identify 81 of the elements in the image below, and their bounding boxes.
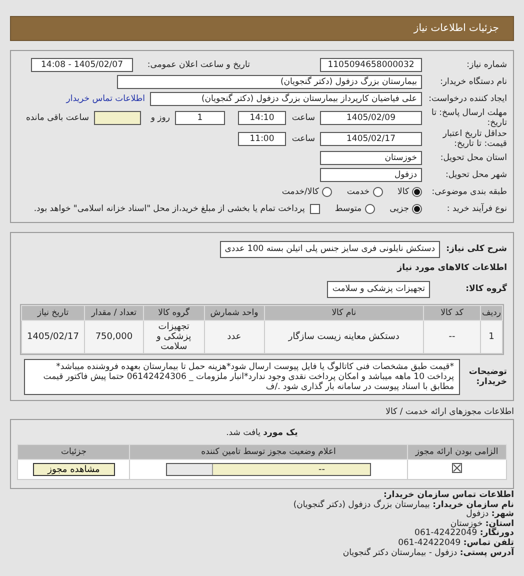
radio-label: خدمت [346, 187, 370, 197]
field-label: شهر محل تحویل: [444, 170, 507, 180]
field-label: طبقه بندی موضوعی: [430, 187, 507, 197]
field-label: نوع فرآیند خرید : [446, 204, 507, 214]
contact-label: استان: [485, 518, 514, 529]
notes-label: توضیحات خریدار: [468, 367, 507, 387]
field-label: ایجاد کننده درخواست: [428, 94, 507, 104]
summary-label: شرح کلی نیاز: [445, 244, 507, 254]
deadline-date-field: 1405/02/09 [320, 111, 422, 125]
table-cell: -- [424, 320, 480, 354]
province-field: خوزستان [320, 151, 422, 165]
radio-button[interactable] [412, 204, 422, 214]
need-number-field: 1105094658000032 [320, 58, 422, 72]
field-label: ساعت [291, 134, 315, 144]
table-cell: 750,000 [84, 320, 144, 354]
contact-title: اطلاعات تماس سازمان خریدار: [384, 491, 514, 500]
contact-value: دزفول - بیمارستان دکتر گنجویان [342, 548, 458, 558]
column-header: تاریخ نیاز [22, 306, 84, 320]
contact-label: دورنگار: [480, 528, 514, 538]
contact-label: آدرس پستی: [460, 548, 514, 558]
buyer-name-field: بیمارستان بزرگ دزفول (دکتر گنجویان) [117, 75, 422, 89]
radio-button[interactable] [372, 187, 383, 197]
column-header: اعلام وضعیت مجوز توسط تامین کننده [130, 444, 408, 460]
contact-label: شهر: [491, 509, 514, 520]
column-header: کد کالا [424, 306, 480, 320]
column-header: گروه کالا [143, 306, 204, 320]
field-label: مهلت ارسال پاسخ: تا تاریخ: [430, 108, 507, 128]
deadline-time-field: 14:10 [238, 111, 286, 125]
buyer-notes: *قیمت طبق مشخصات فنی کاتالوگ یا فایل پیوست ارسال شود*هزینه حمل تا بیمارستان بعهده فروشنده میباشد* پرداخت 10 ماهه میباشد و امکان پرداخت نقدی وجود ندارد*انبار ملزومات _ 06142424306 حتما پیش فاکتور قیمت مطابق با اسناد پیوست در سامانه بار گذاری شود ./ف [24, 359, 460, 395]
days-field: 1 [175, 111, 225, 125]
view-permit-button[interactable]: مشاهده مجوز [32, 463, 115, 476]
requester-field: علی فیاضیان کارپرداز بیمارستان بزرگ دزفول (دکتر گنجویان) [150, 92, 422, 106]
page-header: جزئیات اطلاعات نیاز [10, 16, 514, 41]
summary-field: دستکش نایلونی فری سایز جنس پلی اتیلن بسته 100 عددی [220, 240, 440, 258]
field-label: تاریخ و ساعت اعلان عمومی: [146, 60, 250, 70]
radio-label: کالا/خدمت [282, 187, 319, 197]
table-cell: 1405/02/17 [22, 320, 84, 354]
column-header: ردیف [480, 306, 502, 320]
field-label: حداقل تاریخ اعتبار قیمت: تا تاریخ: [442, 129, 507, 149]
table-cell: دستکش معاینه زیست سازگار [264, 320, 424, 354]
column-header: الزامی بودن ارائه مجوز [407, 444, 506, 460]
table-cell: تجهیزات پزشکی و سلامت [143, 320, 204, 354]
contact-value: دزفول [466, 509, 489, 520]
checkbox[interactable] [310, 204, 320, 214]
contact-value: 42422049-061 [414, 528, 478, 538]
field-label: استان محل تحویل: [439, 153, 507, 163]
validity-time-field: 11:00 [238, 132, 286, 146]
field-label: روز و [150, 113, 170, 123]
field-label: شماره نیاز: [466, 60, 507, 70]
buyer-contact-link[interactable]: اطلاعات تماس خریدار [66, 94, 145, 104]
contact-value: 42422049-061 [398, 538, 461, 548]
table-cell: عدد [204, 320, 264, 354]
status-dropdown[interactable]: -- [166, 463, 372, 476]
results-count: یک مورد یافت شد. [225, 428, 299, 438]
radio-label: متوسط [334, 204, 362, 214]
goods-group-label: گروه کالا: [464, 284, 507, 294]
column-header: نام کالا [264, 306, 424, 320]
contact-value: خوزستان [450, 518, 483, 529]
radio-button[interactable] [364, 204, 375, 214]
contact-label: تلفن تماس: [463, 538, 514, 548]
field-label: ساعت باقی مانده [24, 113, 89, 123]
column-header: جزئیات [18, 444, 130, 460]
radio-label: کالا [398, 187, 409, 197]
radio-button[interactable] [412, 187, 422, 197]
field-label: نام دستگاه خریدار: [439, 77, 507, 87]
city-field: دزفول [320, 168, 422, 182]
table-cell: 1 [480, 320, 502, 354]
column-header: واحد شمارش [204, 306, 264, 320]
goods-group-field: تجهیزات پزشکی و سلامت [327, 280, 430, 298]
validity-date-field: 1405/02/17 [320, 132, 422, 146]
remaining-time-field [94, 111, 141, 125]
column-header: تعداد / مقدار [84, 306, 144, 320]
contact-value: بیمارستان بزرگ دزفول (دکتر گنجویان) [293, 500, 430, 510]
field-label: ساعت [291, 113, 315, 123]
checkbox-label: پرداخت تمام یا بخشی از مبلغ خرید،از محل "اسناد خزانه اسلامی" خواهد بود. [34, 204, 305, 214]
contact-label: نام سازمان خریدار: [432, 500, 514, 510]
announce-date-field: 1405/02/07 - 14:08 [31, 58, 133, 72]
radio-button[interactable] [322, 187, 332, 197]
section-title: اطلاعات کالاهای مورد نیاز [397, 263, 507, 273]
radio-label: جزیی [390, 204, 409, 214]
section-title: اطلاعات مجوزهای ارائه خدمت / کالا [384, 407, 514, 417]
